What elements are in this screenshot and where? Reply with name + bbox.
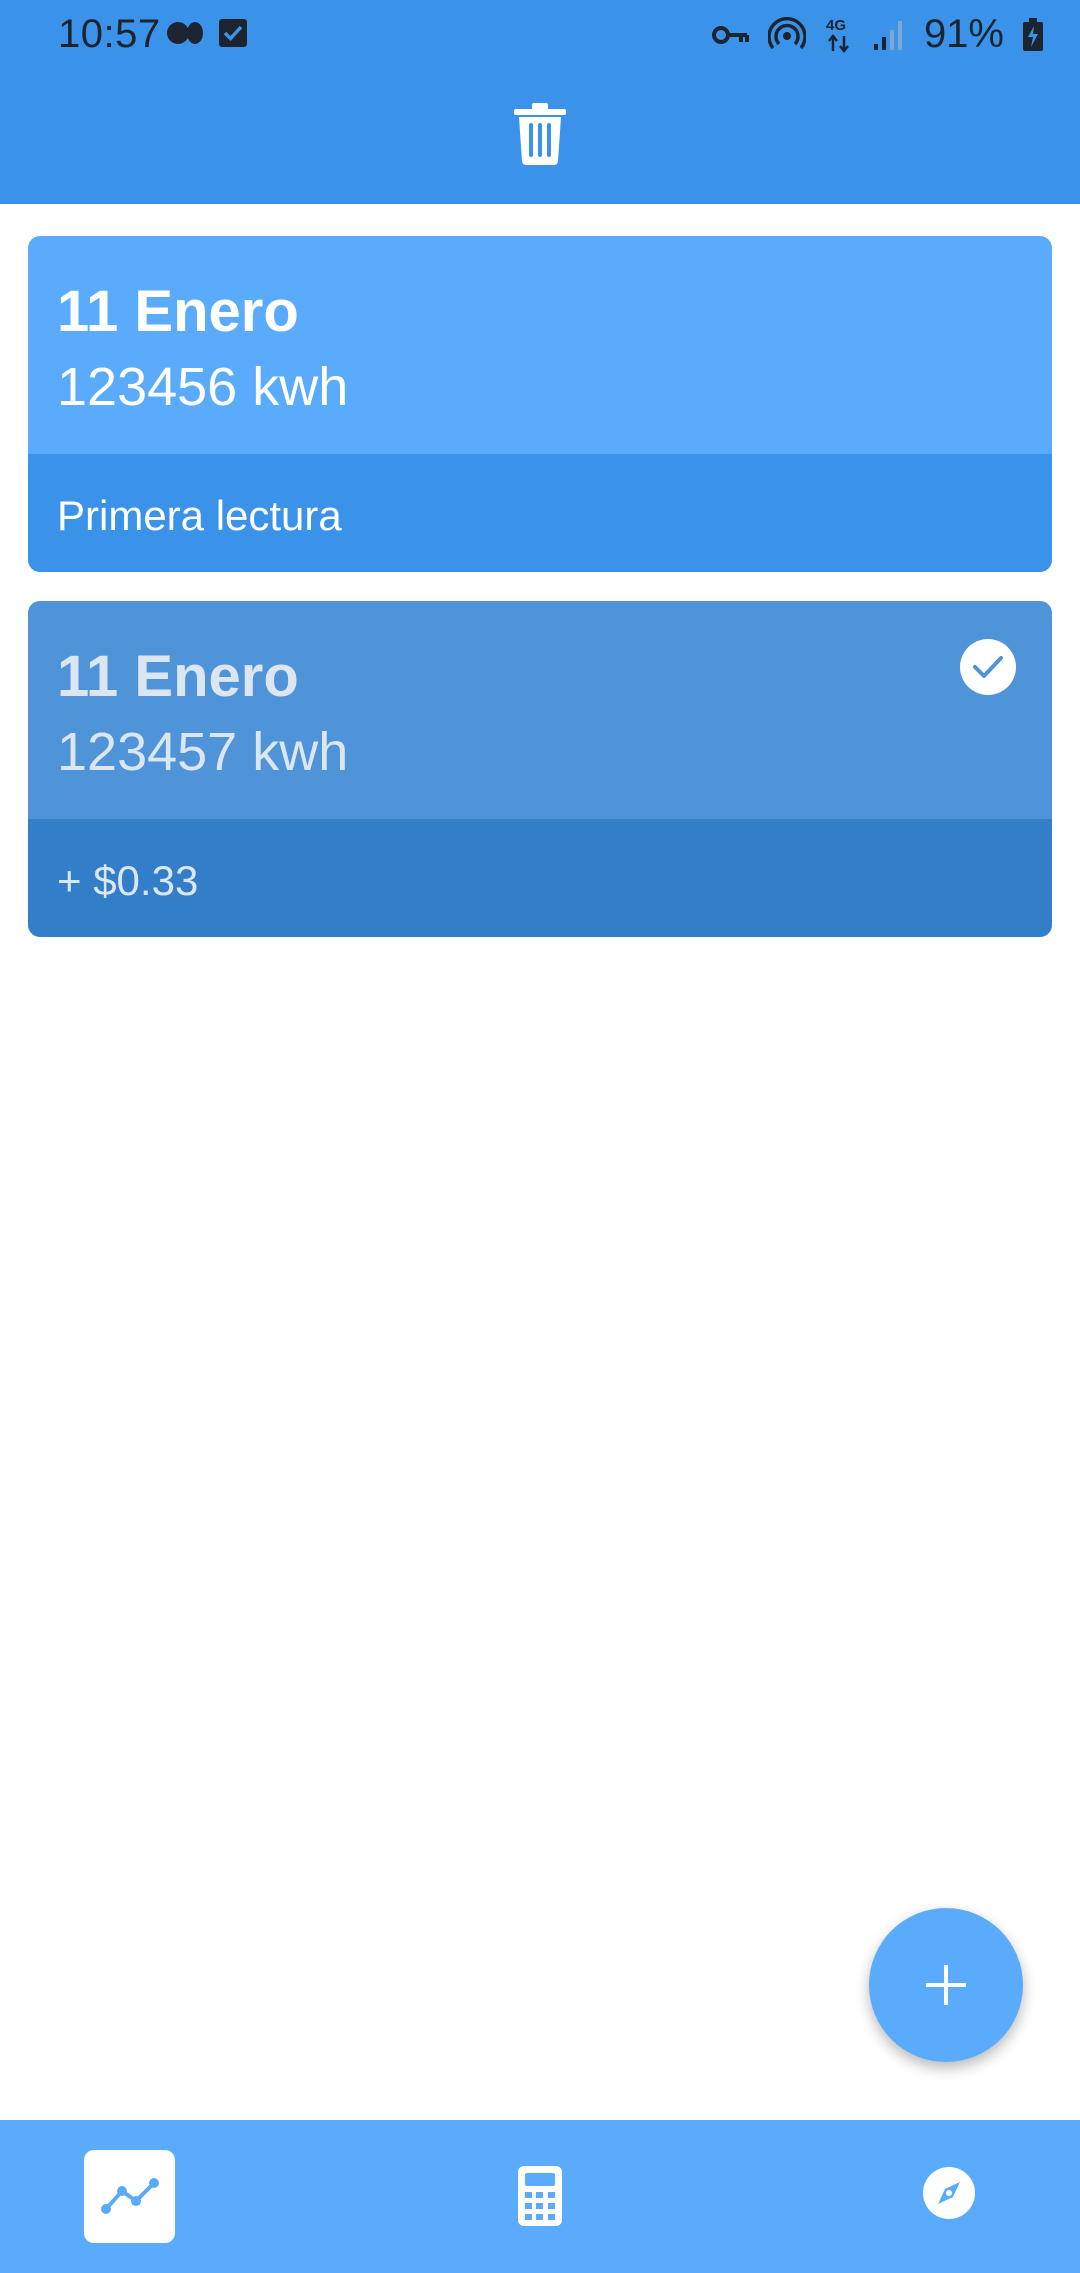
reading-note: Primera lectura xyxy=(57,492,342,539)
reading-card[interactable]: 11 Enero 123456 kwh Primera lectura xyxy=(28,236,1052,572)
battery-percent: 91% xyxy=(923,12,1004,56)
hotspot-icon xyxy=(767,16,806,49)
status-bar: 10:57 4G 91% xyxy=(0,0,1080,72)
svg-text:4G: 4G xyxy=(826,17,846,34)
status-time: 10:57 xyxy=(58,12,161,56)
checkbox-notification-icon xyxy=(219,19,247,47)
reading-card-footer: Primera lectura xyxy=(28,454,1052,572)
add-reading-button[interactable] xyxy=(869,1908,1023,2062)
plus-icon xyxy=(926,1965,966,2005)
selected-check-icon[interactable] xyxy=(960,639,1016,695)
delete-button[interactable] xyxy=(514,103,566,165)
media-icon xyxy=(167,22,203,44)
nav-item-readings[interactable] xyxy=(84,2150,175,2243)
app-header: 10:57 4G 91% xyxy=(0,0,1080,204)
compass-icon xyxy=(923,2167,975,2219)
bottom-navigation xyxy=(0,2120,1080,2273)
reading-card-footer: + $0.33 xyxy=(28,819,1052,937)
status-system-icons: 4G 91% xyxy=(711,12,1044,57)
status-notification-icons xyxy=(166,18,248,48)
vpn-key-icon xyxy=(711,25,749,44)
reading-date: 11 Enero xyxy=(57,279,299,344)
nav-item-calculator[interactable] xyxy=(510,2164,570,2228)
reading-card-header: 11 Enero 123457 kwh xyxy=(28,601,1052,819)
4g-data-icon: 4G xyxy=(826,17,849,53)
reading-value: 123456 kwh xyxy=(57,357,349,417)
signal-icon xyxy=(873,20,902,50)
calculator-icon xyxy=(518,2166,562,2226)
reading-value: 123457 kwh xyxy=(57,722,349,782)
reading-cost-difference: + $0.33 xyxy=(57,857,199,904)
reading-card-selected[interactable]: 11 Enero 123457 kwh + $0.33 xyxy=(28,601,1052,937)
trash-icon xyxy=(514,103,566,165)
reading-card-header: 11 Enero 123456 kwh xyxy=(28,236,1052,454)
battery-charging-icon xyxy=(1023,17,1043,51)
reading-date: 11 Enero xyxy=(57,644,299,709)
chart-line-icon xyxy=(100,2177,159,2214)
nav-item-explore[interactable] xyxy=(922,2166,976,2220)
